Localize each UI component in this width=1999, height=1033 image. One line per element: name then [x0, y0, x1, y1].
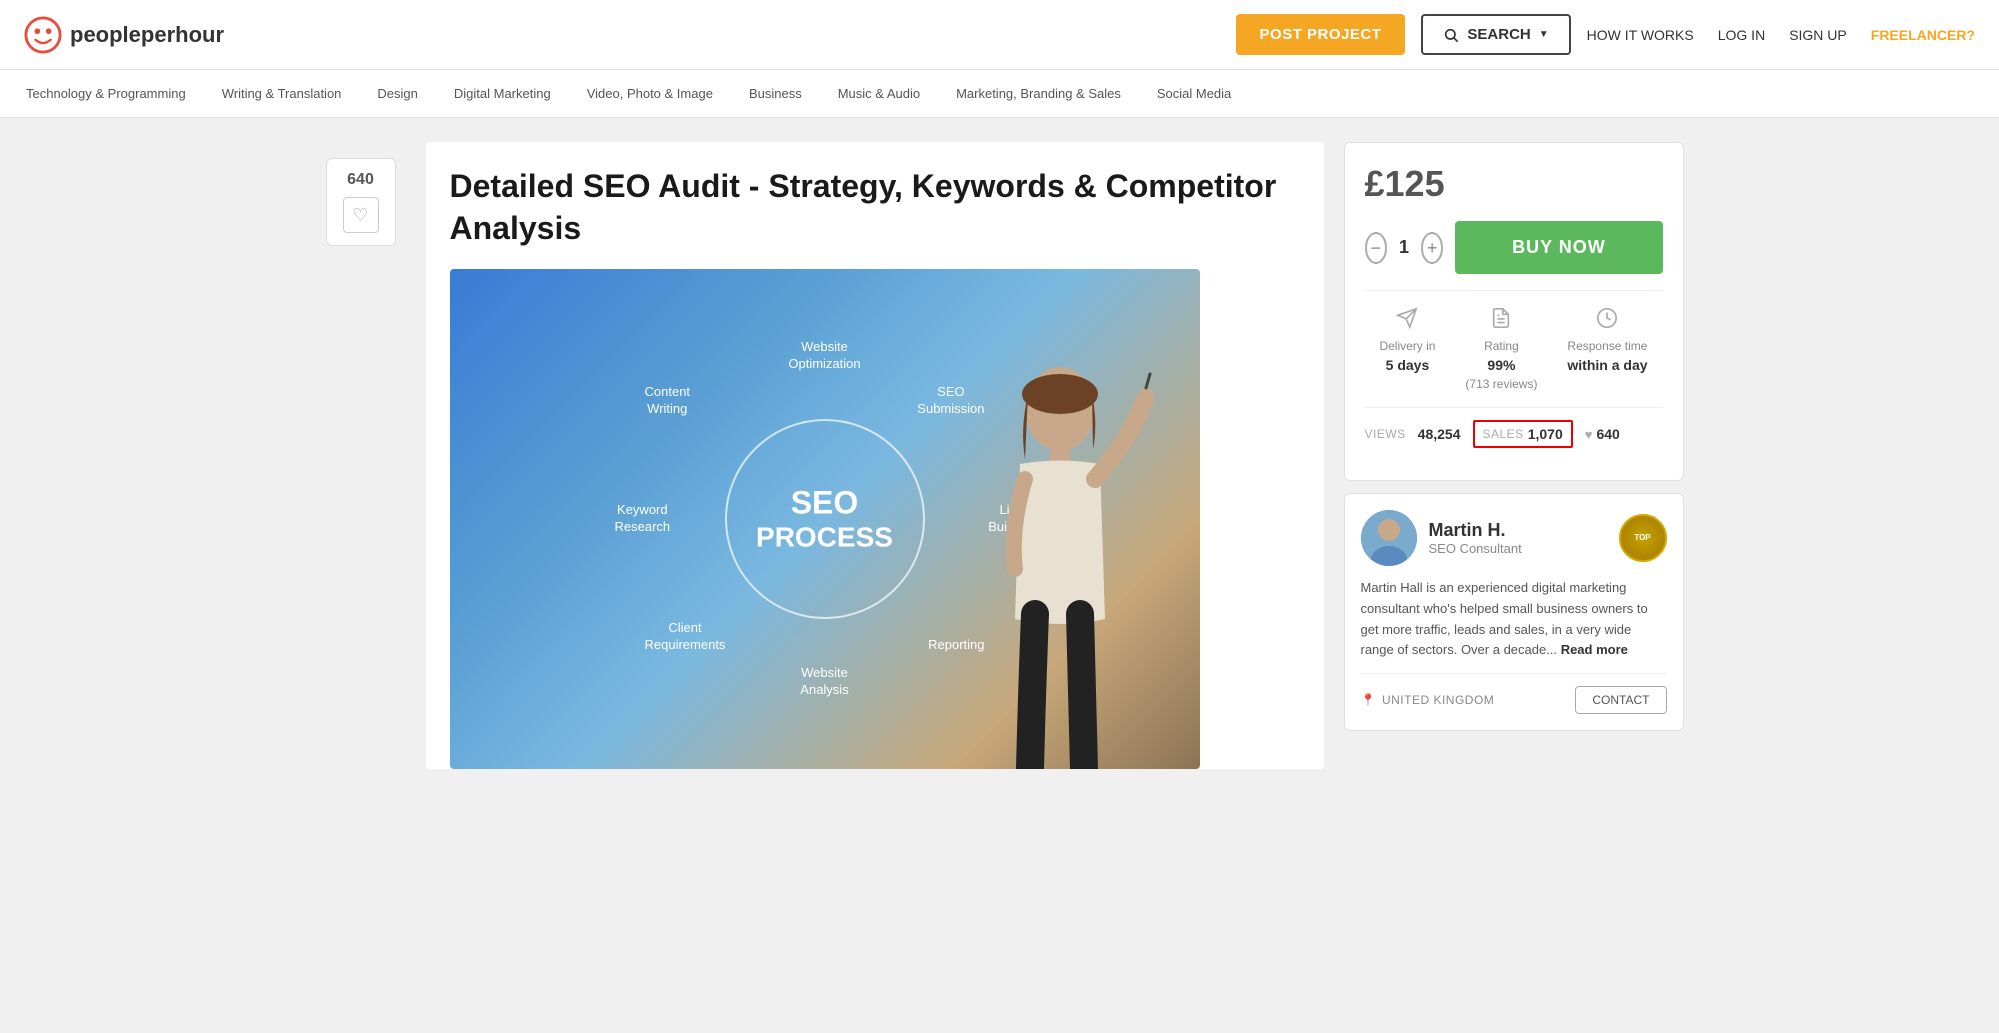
category-technology[interactable]: Technology & Programming — [24, 86, 188, 101]
diagram-label-8: ContentWriting — [645, 384, 691, 418]
response-value: within a day — [1567, 357, 1647, 373]
logo-icon — [24, 16, 62, 54]
category-video[interactable]: Video, Photo & Image — [585, 86, 715, 101]
seller-box: Martin H. SEO Consultant TOP Martin Hall… — [1344, 493, 1684, 731]
chevron-down-icon: ▼ — [1539, 29, 1549, 40]
price-box: £125 − 1 + BUY NOW Delivery in 5 days — [1344, 142, 1684, 481]
quantity-increase-button[interactable]: + — [1421, 232, 1443, 264]
price-display: £125 — [1365, 163, 1663, 205]
right-sidebar: £125 − 1 + BUY NOW Delivery in 5 days — [1344, 142, 1684, 731]
search-button[interactable]: SEARCH ▼ — [1421, 14, 1570, 55]
post-project-button[interactable]: POST PROJECT — [1236, 14, 1406, 55]
heart-metric-value: 640 — [1596, 426, 1619, 442]
product-image: SEO PROCESS WebsiteOptimization SEOSubmi… — [450, 269, 1200, 769]
header: peopleperhour POST PROJECT SEARCH ▼ HOW … — [0, 0, 1999, 70]
sales-label: SALES — [1483, 427, 1524, 441]
avatar-image — [1361, 510, 1417, 566]
heart-metric: ♥ 640 — [1585, 426, 1620, 442]
main-content: 640 ♡ Detailed SEO Audit - Strategy, Key… — [300, 118, 1700, 793]
like-button[interactable]: ♡ — [343, 197, 379, 233]
freelancer-link[interactable]: FREELANCER? — [1871, 27, 1975, 43]
woman-figure — [960, 349, 1160, 769]
seller-avatar[interactable] — [1361, 510, 1417, 566]
category-marketing[interactable]: Marketing, Branding & Sales — [954, 86, 1123, 101]
category-music[interactable]: Music & Audio — [836, 86, 922, 101]
rating-reviews: (713 reviews) — [1465, 377, 1537, 391]
diagram-label-7: KeywordResearch — [615, 502, 671, 536]
left-sidebar: 640 ♡ — [316, 142, 406, 246]
delivery-label: Delivery in — [1379, 339, 1435, 353]
views-value: 48,254 — [1418, 426, 1461, 442]
category-social[interactable]: Social Media — [1155, 86, 1233, 101]
rating-value: 99% — [1487, 357, 1515, 373]
rating-icon — [1490, 307, 1512, 335]
seller-details: Martin H. SEO Consultant — [1429, 520, 1522, 556]
seo-diagram: SEO PROCESS WebsiteOptimization SEOSubmi… — [635, 329, 1015, 709]
quantity-value: 1 — [1399, 237, 1409, 258]
sales-highlight: SALES 1,070 — [1473, 420, 1573, 448]
category-nav: Technology & Programming Writing & Trans… — [0, 70, 1999, 118]
heart-metric-icon: ♥ — [1585, 427, 1593, 442]
diagram-center: SEO PROCESS — [756, 485, 893, 554]
delivery-value: 5 days — [1386, 357, 1430, 373]
response-icon — [1596, 307, 1618, 335]
category-business[interactable]: Business — [747, 86, 804, 101]
heart-icon: ♡ — [352, 205, 368, 226]
seller-title: SEO Consultant — [1429, 541, 1522, 556]
metrics-row: VIEWS 48,254 SALES 1,070 ♥ 640 — [1365, 407, 1663, 460]
how-it-works-link[interactable]: HOW IT WORKS — [1587, 27, 1694, 43]
search-icon — [1443, 27, 1459, 43]
diagram-label-6: ClientRequirements — [645, 620, 726, 654]
likes-box: 640 ♡ — [326, 158, 396, 246]
likes-count: 640 — [347, 171, 374, 189]
seller-bio: Martin Hall is an experienced digital ma… — [1361, 578, 1667, 661]
signup-link[interactable]: SIGN UP — [1789, 27, 1847, 43]
login-link[interactable]: LOG IN — [1718, 27, 1765, 43]
woman-svg — [960, 349, 1160, 769]
read-more-link[interactable]: Read more — [1561, 642, 1628, 657]
diagram-label-1: WebsiteOptimization — [788, 339, 860, 373]
location-pin-icon: 📍 — [1361, 693, 1376, 707]
top-rated-badge: TOP — [1619, 514, 1667, 562]
delivery-icon — [1396, 307, 1418, 335]
rating-label: Rating — [1484, 339, 1519, 353]
quantity-row: − 1 + BUY NOW — [1365, 221, 1663, 274]
product-area: Detailed SEO Audit - Strategy, Keywords … — [426, 142, 1324, 769]
delivery-stat: Delivery in 5 days — [1379, 307, 1435, 391]
stats-row: Delivery in 5 days Rating 99% — [1365, 290, 1663, 391]
contact-button[interactable]: CONTACT — [1575, 686, 1666, 714]
seo-label: SEO — [756, 485, 893, 522]
category-digital-marketing[interactable]: Digital Marketing — [452, 86, 553, 101]
diagram-label-5: WebsiteAnalysis — [800, 665, 848, 699]
category-writing[interactable]: Writing & Translation — [220, 86, 344, 101]
response-stat: Response time within a day — [1567, 307, 1647, 391]
rating-stat: Rating 99% (713 reviews) — [1465, 307, 1537, 391]
views-label: VIEWS — [1365, 427, 1406, 441]
buy-now-button[interactable]: BUY NOW — [1455, 221, 1662, 274]
seller-info: Martin H. SEO Consultant TOP — [1361, 510, 1667, 566]
location-text: UNITED KINGDOM — [1382, 693, 1494, 707]
product-title: Detailed SEO Audit - Strategy, Keywords … — [450, 166, 1300, 249]
seller-name[interactable]: Martin H. — [1429, 520, 1522, 541]
quantity-decrease-button[interactable]: − — [1365, 232, 1387, 264]
category-design[interactable]: Design — [375, 86, 419, 101]
logo-text: peopleperhour — [70, 22, 224, 48]
sales-value: 1,070 — [1528, 426, 1563, 442]
seller-location: 📍 UNITED KINGDOM CONTACT — [1361, 673, 1667, 714]
response-label: Response time — [1567, 339, 1647, 353]
logo[interactable]: peopleperhour — [24, 16, 224, 54]
process-label: PROCESS — [756, 522, 893, 554]
header-nav: HOW IT WORKS LOG IN SIGN UP FREELANCER? — [1587, 27, 1975, 43]
